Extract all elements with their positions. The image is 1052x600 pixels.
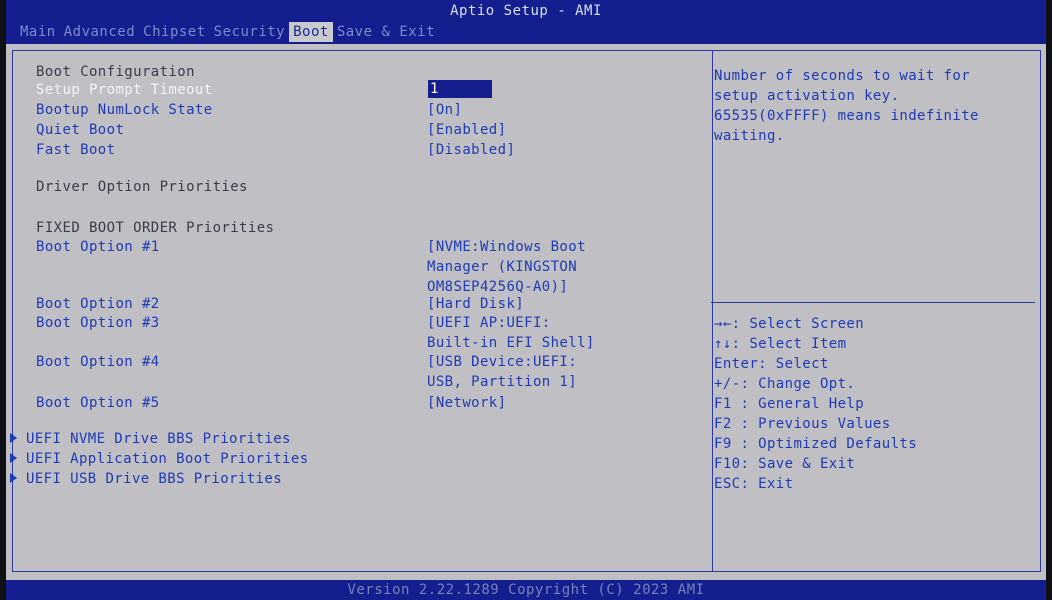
setting-label: Quiet Boot bbox=[36, 122, 125, 138]
boot-option-label: Boot Option #5 bbox=[36, 395, 160, 411]
tab-advanced[interactable]: Advanced bbox=[60, 22, 139, 42]
triangle-right-icon bbox=[10, 473, 17, 483]
value-line: [Network] bbox=[427, 395, 507, 411]
setting-quiet-boot[interactable]: Quiet Boot bbox=[36, 120, 124, 140]
footer-version: Version 2.22.1289 Copyright (C) 2023 AMI bbox=[6, 580, 1046, 600]
quiet-boot-value[interactable]: [Enabled] bbox=[427, 120, 506, 140]
key-hint: F1 : General Help bbox=[714, 396, 865, 412]
tab-bar: Main Advanced Chipset Security Boot Save… bbox=[16, 22, 439, 42]
value-line: [Hard Disk] bbox=[427, 296, 525, 312]
value-line: Built-in EFI Shell] bbox=[427, 335, 595, 351]
bios-screen: Aptio Setup - AMI Main Advanced Chipset … bbox=[6, 0, 1046, 600]
submenu-label: UEFI NVME Drive BBS Priorities bbox=[26, 431, 291, 447]
boot-option-3[interactable]: Boot Option #3 bbox=[36, 313, 160, 333]
boot-option-label: Boot Option #2 bbox=[36, 296, 160, 312]
boot-option-4-value[interactable]: [USB Device:UEFI: USB, Partition 1] bbox=[427, 352, 578, 390]
boot-option-1[interactable]: Boot Option #1 bbox=[36, 237, 160, 257]
section-label: Driver Option Priorities bbox=[36, 179, 248, 195]
triangle-right-icon bbox=[10, 433, 17, 443]
tab-security[interactable]: Security bbox=[210, 22, 289, 42]
setting-label: Fast Boot bbox=[36, 142, 116, 158]
help-line: 65535(0xFFFF) means indefinite bbox=[714, 108, 979, 124]
boot-option-3-value[interactable]: [UEFI AP:UEFI: Built-in EFI Shell] bbox=[427, 313, 595, 351]
key-legend: →←: Select Screen ↑↓: Select Item Enter:… bbox=[714, 314, 917, 494]
boot-option-5[interactable]: Boot Option #5 bbox=[36, 393, 160, 413]
help-line: setup activation key. bbox=[714, 88, 900, 104]
tab-chipset[interactable]: Chipset bbox=[139, 22, 210, 42]
tab-main[interactable]: Main bbox=[16, 22, 60, 42]
value-line: USB, Partition 1] bbox=[427, 374, 578, 390]
value-line: [NVME:Windows Boot bbox=[427, 239, 586, 255]
section-boot-configuration: Boot Configuration bbox=[36, 62, 195, 82]
title-bar: Aptio Setup - AMI Main Advanced Chipset … bbox=[6, 0, 1046, 44]
boot-option-1-value[interactable]: [NVME:Windows Boot Manager (KINGSTON OM8… bbox=[427, 237, 586, 295]
key-hint: ↑↓: Select Item bbox=[714, 336, 847, 352]
help-line: waiting. bbox=[714, 128, 785, 144]
boot-option-label: Boot Option #4 bbox=[36, 354, 160, 370]
submenu-label: UEFI Application Boot Priorities bbox=[26, 451, 309, 467]
setting-fast-boot[interactable]: Fast Boot bbox=[36, 140, 115, 160]
help-divider bbox=[711, 302, 1035, 303]
boot-option-2[interactable]: Boot Option #2 bbox=[36, 294, 160, 314]
key-hint: →←: Select Screen bbox=[714, 316, 865, 332]
section-label: FIXED BOOT ORDER Priorities bbox=[36, 220, 275, 236]
key-hint: +/-: Change Opt. bbox=[714, 376, 856, 392]
key-hint: F10: Save & Exit bbox=[714, 456, 856, 472]
key-hint: F2 : Previous Values bbox=[714, 416, 891, 432]
value-line: Manager (KINGSTON bbox=[427, 259, 578, 275]
boot-option-label: Boot Option #3 bbox=[36, 315, 160, 331]
section-fixed-boot-order: FIXED BOOT ORDER Priorities bbox=[36, 218, 274, 238]
setting-label: Bootup NumLock State bbox=[36, 102, 213, 118]
setting-label: Setup Prompt Timeout bbox=[36, 82, 213, 98]
fast-boot-value[interactable]: [Disabled] bbox=[427, 140, 515, 160]
section-driver-option-priorities: Driver Option Priorities bbox=[36, 177, 248, 197]
triangle-right-icon bbox=[10, 453, 17, 463]
app-title: Aptio Setup - AMI bbox=[450, 3, 602, 19]
key-hint: F9 : Optimized Defaults bbox=[714, 436, 918, 452]
tab-save-exit[interactable]: Save & Exit bbox=[333, 22, 439, 42]
help-description: Number of seconds to wait for setup acti… bbox=[714, 66, 1040, 146]
submenu-uefi-nvme-drive[interactable]: UEFI NVME Drive BBS Priorities bbox=[10, 429, 291, 449]
section-label: Boot Configuration bbox=[36, 64, 195, 80]
submenu-uefi-application-boot[interactable]: UEFI Application Boot Priorities bbox=[10, 449, 309, 469]
submenu-uefi-usb-drive[interactable]: UEFI USB Drive BBS Priorities bbox=[10, 469, 282, 489]
boot-option-2-value[interactable]: [Hard Disk] bbox=[427, 294, 524, 314]
boot-option-5-value[interactable]: [Network] bbox=[427, 393, 506, 413]
setting-setup-prompt-timeout[interactable]: Setup Prompt Timeout bbox=[36, 80, 213, 100]
value-line: [USB Device:UEFI: bbox=[427, 354, 578, 370]
vertical-divider bbox=[712, 51, 713, 571]
value-line: [UEFI AP:UEFI: bbox=[427, 315, 551, 331]
bootup-numlock-value[interactable]: [On] bbox=[427, 100, 462, 120]
setting-bootup-numlock[interactable]: Bootup NumLock State bbox=[36, 100, 213, 120]
setup-prompt-timeout-input[interactable]: 1 bbox=[428, 80, 492, 98]
boot-option-4[interactable]: Boot Option #4 bbox=[36, 352, 160, 372]
submenu-label: UEFI USB Drive BBS Priorities bbox=[26, 471, 283, 487]
help-line: Number of seconds to wait for bbox=[714, 68, 971, 84]
boot-option-label: Boot Option #1 bbox=[36, 239, 160, 255]
tab-boot[interactable]: Boot bbox=[289, 22, 333, 42]
key-hint: Enter: Select bbox=[714, 356, 829, 372]
key-hint: ESC: Exit bbox=[714, 476, 794, 492]
